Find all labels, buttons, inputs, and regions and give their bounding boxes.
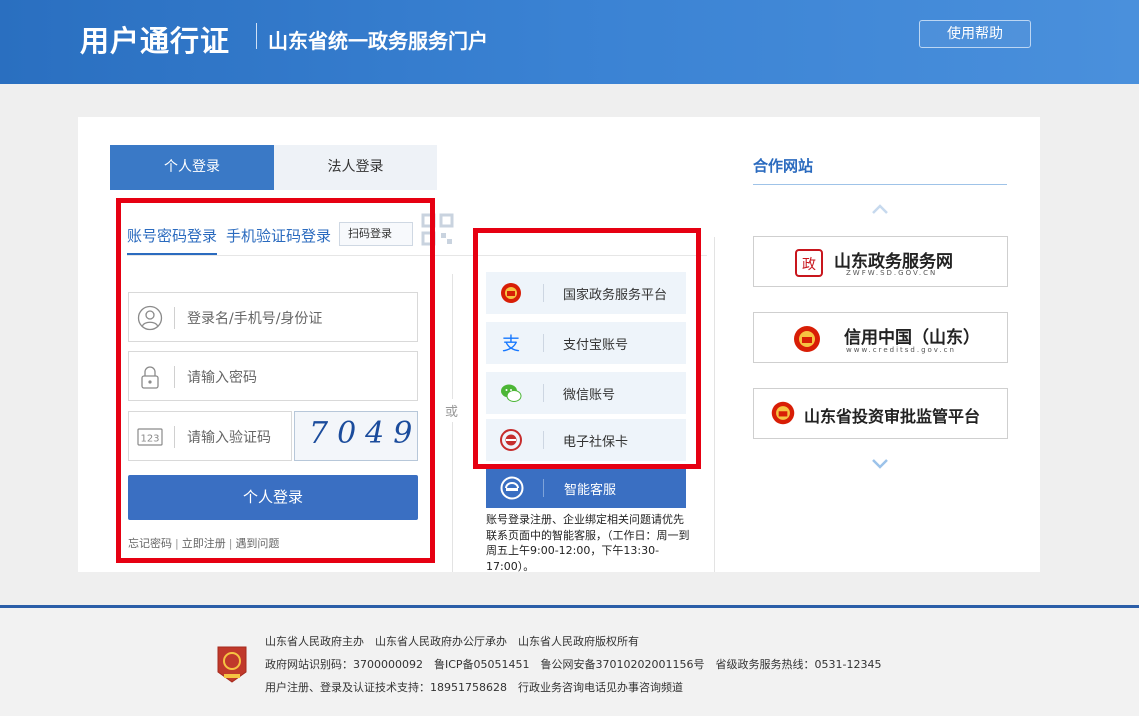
- national-emblem-icon: [771, 401, 795, 425]
- chevron-down-icon[interactable]: [871, 458, 889, 470]
- customer-service-icon: [500, 476, 524, 500]
- partner-name: 山东省投资审批监管平台: [804, 407, 981, 426]
- service-hours-note: 账号登录注册、企业绑定相关问题请优先联系页面中的智能客服，（工作日：周一到周五上…: [486, 513, 690, 573]
- brand-title: 用户通行证: [80, 24, 231, 58]
- footer-sponsor: 山东省人民政府主办 山东省人民政府办公厅承办 山东省人民政府版权所有: [265, 635, 639, 648]
- footer-support: 用户注册、登录及认证技术支持：18951758628 行政业务咨询电话见办事咨询…: [265, 681, 683, 694]
- partner-credit-sd[interactable]: 信用中国（山东） www.creditsd.gov.cn: [753, 312, 1008, 363]
- smart-service-label: 智能客服: [564, 483, 617, 498]
- national-emblem-icon: [794, 326, 820, 352]
- highlight-box-third-party: [473, 228, 701, 469]
- footer-registration: 政府网站识别码：3700000092 鲁ICP备05051451 鲁公网安备37…: [265, 658, 882, 671]
- partners-divider-line: [714, 237, 715, 572]
- tab-personal-login[interactable]: 个人登录: [110, 145, 274, 190]
- party-gov-logo-icon: [217, 646, 247, 683]
- partners-title: 合作网站: [753, 157, 814, 175]
- sd-zwfw-logo-icon: 政: [795, 249, 823, 277]
- portal-subtitle: 山东省统一政务服务门户: [268, 29, 488, 53]
- partner-url: ZWFW.SD.GOV.CN: [846, 269, 938, 277]
- partner-url: www.creditsd.gov.cn: [846, 346, 956, 354]
- smart-service-button[interactable]: 智能客服: [486, 467, 686, 508]
- partner-investment-platform[interactable]: 山东省投资审批监管平台: [753, 388, 1008, 439]
- or-label: 或: [445, 399, 459, 422]
- login-panel: 个人登录 法人登录 账号密码登录 手机验证码登录 扫码登录 登录名/手机号/身份…: [78, 117, 1040, 573]
- partner-name: 信用中国（山东）: [844, 328, 980, 348]
- partner-sd-zwfw[interactable]: 政 山东政务服务网 ZWFW.SD.GOV.CN: [753, 236, 1008, 287]
- chevron-up-icon[interactable]: [871, 203, 889, 215]
- brand-divider: [256, 23, 257, 49]
- or-divider-line: [452, 274, 453, 572]
- item-divider: [543, 479, 544, 497]
- tab-legal-login[interactable]: 法人登录: [274, 145, 437, 190]
- footer: 山东省人民政府主办 山东省人民政府办公厅承办 山东省人民政府版权所有 政府网站识…: [0, 608, 1139, 716]
- help-button[interactable]: 使用帮助: [919, 20, 1031, 48]
- highlight-box-login-form: [116, 198, 435, 563]
- partners-underline: [753, 184, 1007, 185]
- header: 用户通行证 山东省统一政务服务门户 使用帮助: [0, 0, 1139, 84]
- svg-text:政: 政: [802, 257, 816, 273]
